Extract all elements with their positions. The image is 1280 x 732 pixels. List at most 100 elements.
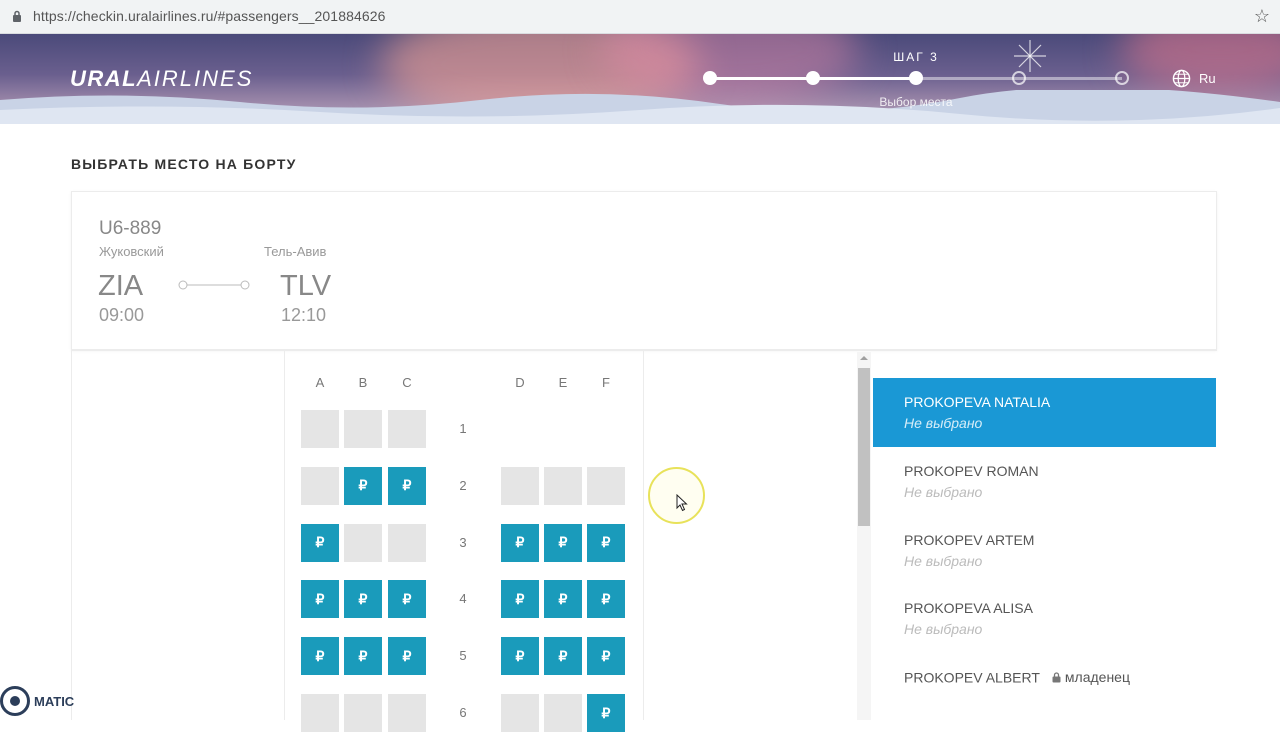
ruble-icon: ₽	[358, 647, 368, 664]
url-text[interactable]: https://checkin.uralairlines.ru/#passeng…	[33, 8, 386, 24]
seat-3D[interactable]: ₽	[501, 523, 539, 562]
seat-5F[interactable]: ₽	[587, 637, 625, 676]
seat-3C[interactable]	[388, 523, 426, 562]
seat-4D[interactable]: ₽	[501, 580, 539, 619]
seat-6E[interactable]	[544, 694, 582, 732]
seat-4C[interactable]: ₽	[388, 580, 426, 619]
passenger-item[interactable]: PROKOPEV ARTEM Не выбрано	[873, 516, 1216, 585]
passenger-item[interactable]: PROKOPEV ALBERT младенец	[873, 653, 1216, 722]
flight-card: U6-889 Жуковский Тель-Авив ZIA TLV 09:00…	[71, 191, 1217, 350]
passenger-name-text: PROKOPEV ALBERT	[904, 669, 1040, 686]
seat-status: Не выбрано	[904, 621, 983, 638]
watermark-logo-icon	[0, 686, 30, 716]
ruble-icon: ₽	[402, 477, 412, 494]
scroll-up-arrow-icon[interactable]	[859, 354, 869, 362]
seat-6B[interactable]	[344, 694, 382, 732]
ruble-icon: ₽	[558, 590, 568, 607]
browser-address-bar[interactable]: https://checkin.uralairlines.ru/#passeng…	[0, 0, 1280, 34]
seat-3B[interactable]	[344, 523, 382, 562]
departure-airport-code: ZIA	[98, 270, 144, 302]
seat-3A[interactable]: ₽	[301, 523, 339, 562]
seat-6A[interactable]	[301, 694, 339, 732]
seat-5D[interactable]: ₽	[501, 637, 539, 676]
row-number: 5	[459, 648, 467, 664]
seat-5B[interactable]: ₽	[344, 637, 382, 676]
seat-status: Не выбрано	[904, 483, 983, 500]
passenger-name-text: PROKOPEV ROMAN	[904, 462, 1039, 479]
seat-5E[interactable]: ₽	[544, 637, 582, 676]
step-4-dot	[1012, 71, 1026, 85]
seat-status: Не выбрано	[904, 415, 983, 431]
passenger-item[interactable]: PROKOPEVA ALISA Не выбрано	[873, 584, 1216, 653]
infant-label: младенец	[1064, 669, 1130, 685]
ruble-icon: ₽	[601, 590, 611, 607]
seat-4B[interactable]: ₽	[344, 580, 382, 619]
step-5-dot	[1115, 71, 1129, 85]
seat-2F[interactable]	[587, 466, 625, 505]
seat-4F[interactable]: ₽	[587, 580, 625, 619]
language-switcher[interactable]: Ru	[1172, 69, 1216, 88]
checkin-stepper: ШАГ 3 Выбор места	[703, 34, 1129, 124]
route-line-icon	[178, 280, 250, 290]
ruble-icon: ₽	[601, 704, 611, 721]
scroll-thumb[interactable]	[858, 368, 870, 526]
seat-column-label: F	[602, 375, 610, 390]
page-title: ВЫБРАТЬ МЕСТО НА БОРТУ	[71, 156, 297, 172]
seat-5A[interactable]: ₽	[301, 637, 339, 676]
step-1-dot[interactable]	[703, 71, 717, 85]
watermark: MATIC	[0, 686, 74, 716]
seat-4A[interactable]: ₽	[301, 580, 339, 619]
row-number: 6	[459, 705, 467, 720]
seat-3F[interactable]: ₽	[587, 523, 625, 562]
seat-column-label: A	[315, 375, 325, 390]
ruble-icon: ₽	[515, 534, 525, 551]
seat-2C[interactable]: ₽	[388, 466, 426, 505]
ruble-icon: ₽	[601, 647, 611, 664]
seat-2E[interactable]	[544, 466, 582, 505]
ruble-icon: ₽	[358, 590, 368, 607]
watermark-text: MATIC	[34, 693, 75, 709]
row-number: 3	[459, 534, 467, 550]
seat-2D[interactable]	[501, 466, 539, 505]
ruble-icon: ₽	[601, 534, 611, 551]
seat-column-label: C	[402, 375, 412, 390]
seat-3E[interactable]: ₽	[544, 523, 582, 562]
row-number: 1	[459, 421, 467, 436]
seat-6C[interactable]	[388, 694, 426, 732]
seat-6F[interactable]: ₽	[587, 694, 625, 732]
seat-5C[interactable]: ₽	[388, 637, 426, 676]
row-number: 4	[459, 591, 467, 607]
passenger-item[interactable]: PROKOPEVA NATALIA Не выбрано	[873, 378, 1216, 447]
step-3-dot[interactable]	[909, 71, 923, 85]
infant-badge: младенец	[1052, 669, 1130, 685]
seat-2B[interactable]: ₽	[344, 466, 382, 505]
passenger-list-scrollbar[interactable]	[857, 352, 871, 720]
ruble-icon: ₽	[558, 534, 568, 551]
seat-4E[interactable]: ₽	[544, 580, 582, 619]
seat-1B[interactable]	[344, 410, 382, 448]
ruble-icon: ₽	[358, 477, 368, 494]
seat-1A[interactable]	[301, 410, 339, 448]
ruble-icon: ₽	[402, 647, 412, 664]
row-number: 2	[459, 477, 467, 493]
seat-1C[interactable]	[388, 410, 426, 448]
passenger-list: PROKOPEVA NATALIA Не выбрано PROKOPEV ROMA…	[873, 378, 1216, 722]
passenger-item[interactable]: PROKOPEV ROMAN Не выбрано	[873, 447, 1216, 516]
arrival-time: 12:10	[281, 305, 327, 325]
seat-column-label: D	[515, 375, 525, 390]
passenger-name: PROKOPEVA ALISA	[904, 600, 1185, 616]
arrival-airport-code: TLV	[280, 270, 332, 302]
ruble-icon: ₽	[515, 647, 525, 664]
ruble-icon: ₽	[315, 647, 325, 664]
arrival-city: Тель-Авив	[264, 244, 327, 259]
seat-2A[interactable]	[301, 466, 339, 505]
step-2-dot[interactable]	[806, 71, 820, 85]
ruble-icon: ₽	[558, 647, 568, 664]
seat-6D[interactable]	[501, 694, 539, 732]
ruble-icon: ₽	[315, 534, 325, 551]
passenger-name-text: PROKOPEV ARTEM	[904, 531, 1035, 548]
ural-airlines-logo[interactable]: URALAIRLINES	[70, 66, 253, 92]
bookmark-star-icon[interactable]: ☆	[1254, 6, 1270, 27]
seat-status: Не выбрано	[904, 552, 983, 569]
flight-number: U6-889	[99, 218, 162, 239]
